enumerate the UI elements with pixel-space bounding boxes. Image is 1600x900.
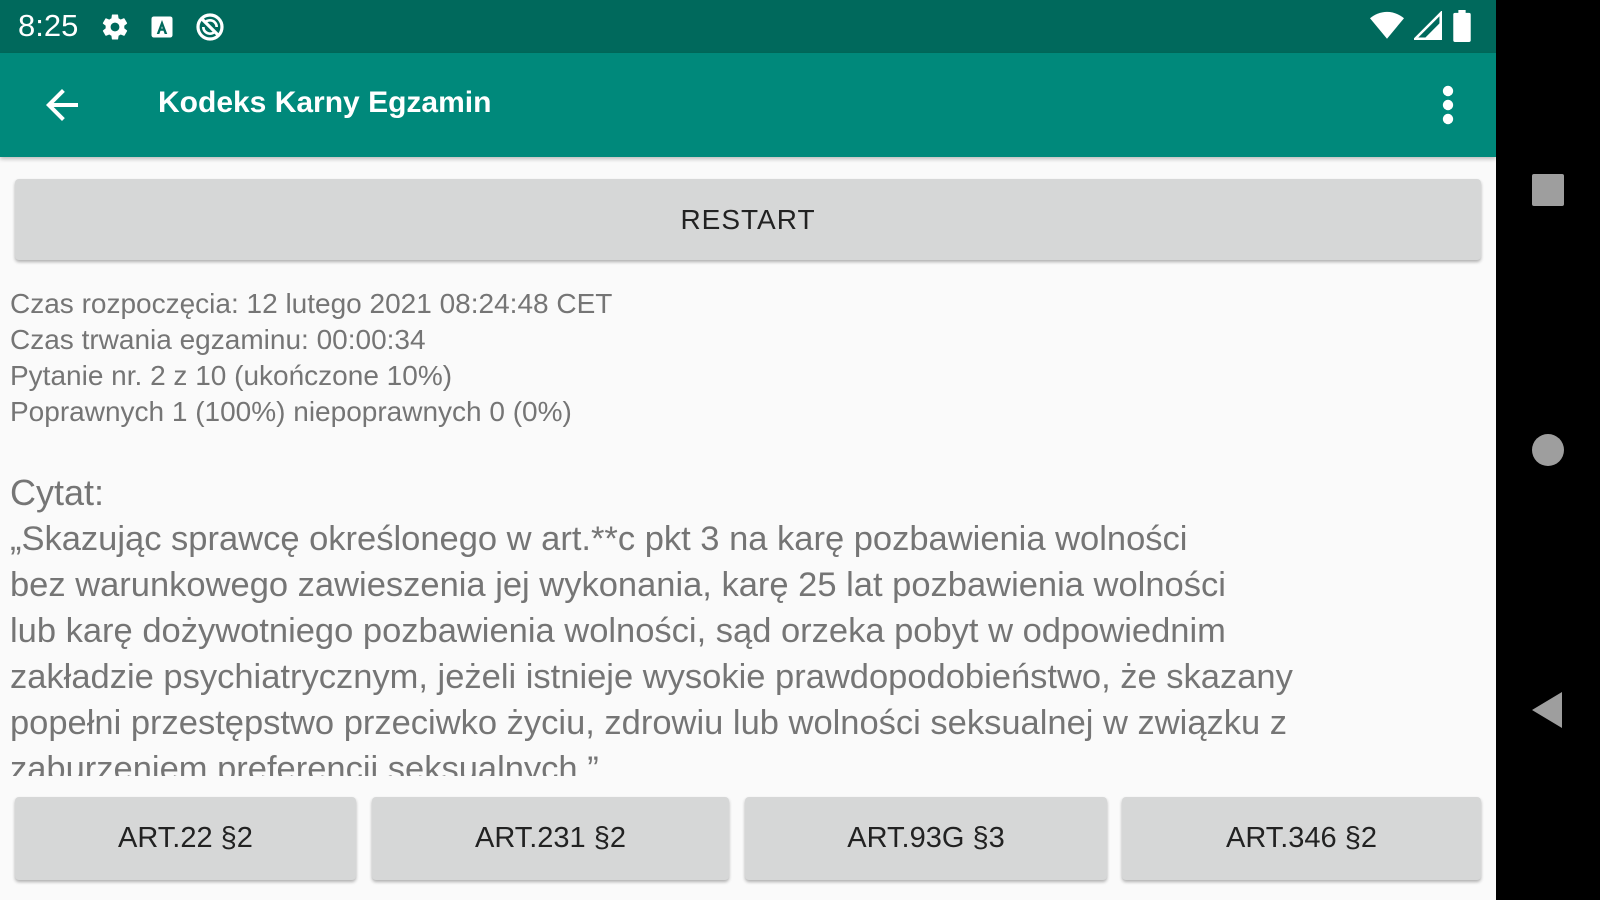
quote-scroll-area[interactable]: Cytat: „Skazując sprawcę określonego w a… — [10, 470, 1486, 776]
back-arrow-icon — [46, 89, 78, 121]
answer-button-4[interactable]: ART.346 §2 — [1122, 797, 1481, 880]
a-box-icon — [148, 13, 176, 46]
status-left-icons — [100, 11, 226, 48]
no-sync-icon — [194, 11, 226, 48]
exam-stats: Czas rozpoczęcia: 12 lutego 2021 08:24:4… — [10, 286, 612, 430]
app-screen: 8:25 Kodeks Karny Egzamin RESTART Czas r… — [0, 0, 1496, 900]
answer-button-1[interactable]: ART.22 §2 — [15, 797, 356, 880]
recents-button[interactable] — [1524, 166, 1572, 214]
gear-icon — [100, 12, 130, 47]
battery-icon — [1452, 10, 1472, 47]
duration-text: Czas trwania egzaminu: 00:00:34 — [10, 324, 426, 355]
quote-text: „Skazując sprawcę określonego w art.**c … — [10, 520, 1293, 776]
status-bar: 8:25 — [0, 0, 1496, 53]
answer-button-2[interactable]: ART.231 §2 — [372, 797, 729, 880]
status-right-icons — [1370, 10, 1472, 47]
recents-icon — [1532, 174, 1564, 206]
signal-icon — [1412, 10, 1442, 46]
home-button[interactable] — [1524, 426, 1572, 474]
app-bar: Kodeks Karny Egzamin — [0, 53, 1496, 157]
quote-label: Cytat: — [10, 472, 105, 513]
answer-button-3[interactable]: ART.93G §3 — [745, 797, 1107, 880]
home-icon — [1532, 434, 1564, 466]
answer-buttons: ART.22 §2 ART.231 §2 ART.93G §3 ART.346 … — [15, 797, 1481, 880]
start-time-text: Czas rozpoczęcia: 12 lutego 2021 08:24:4… — [10, 288, 613, 319]
question-progress-text: Pytanie nr. 2 z 10 (ukończone 10%) — [10, 360, 453, 391]
more-vert-icon — [1442, 85, 1454, 125]
nav-back-button[interactable] — [1524, 686, 1572, 734]
status-time: 8:25 — [18, 8, 79, 43]
app-title: Kodeks Karny Egzamin — [158, 86, 492, 119]
navigation-bar — [1496, 0, 1600, 900]
score-text: Poprawnych 1 (100%) niepoprawnych 0 (0%) — [10, 396, 572, 427]
restart-button[interactable]: RESTART — [15, 179, 1481, 260]
overflow-menu-button[interactable] — [1436, 81, 1460, 129]
back-icon — [1532, 692, 1562, 728]
wifi-icon — [1370, 11, 1404, 46]
back-button[interactable] — [38, 81, 86, 129]
